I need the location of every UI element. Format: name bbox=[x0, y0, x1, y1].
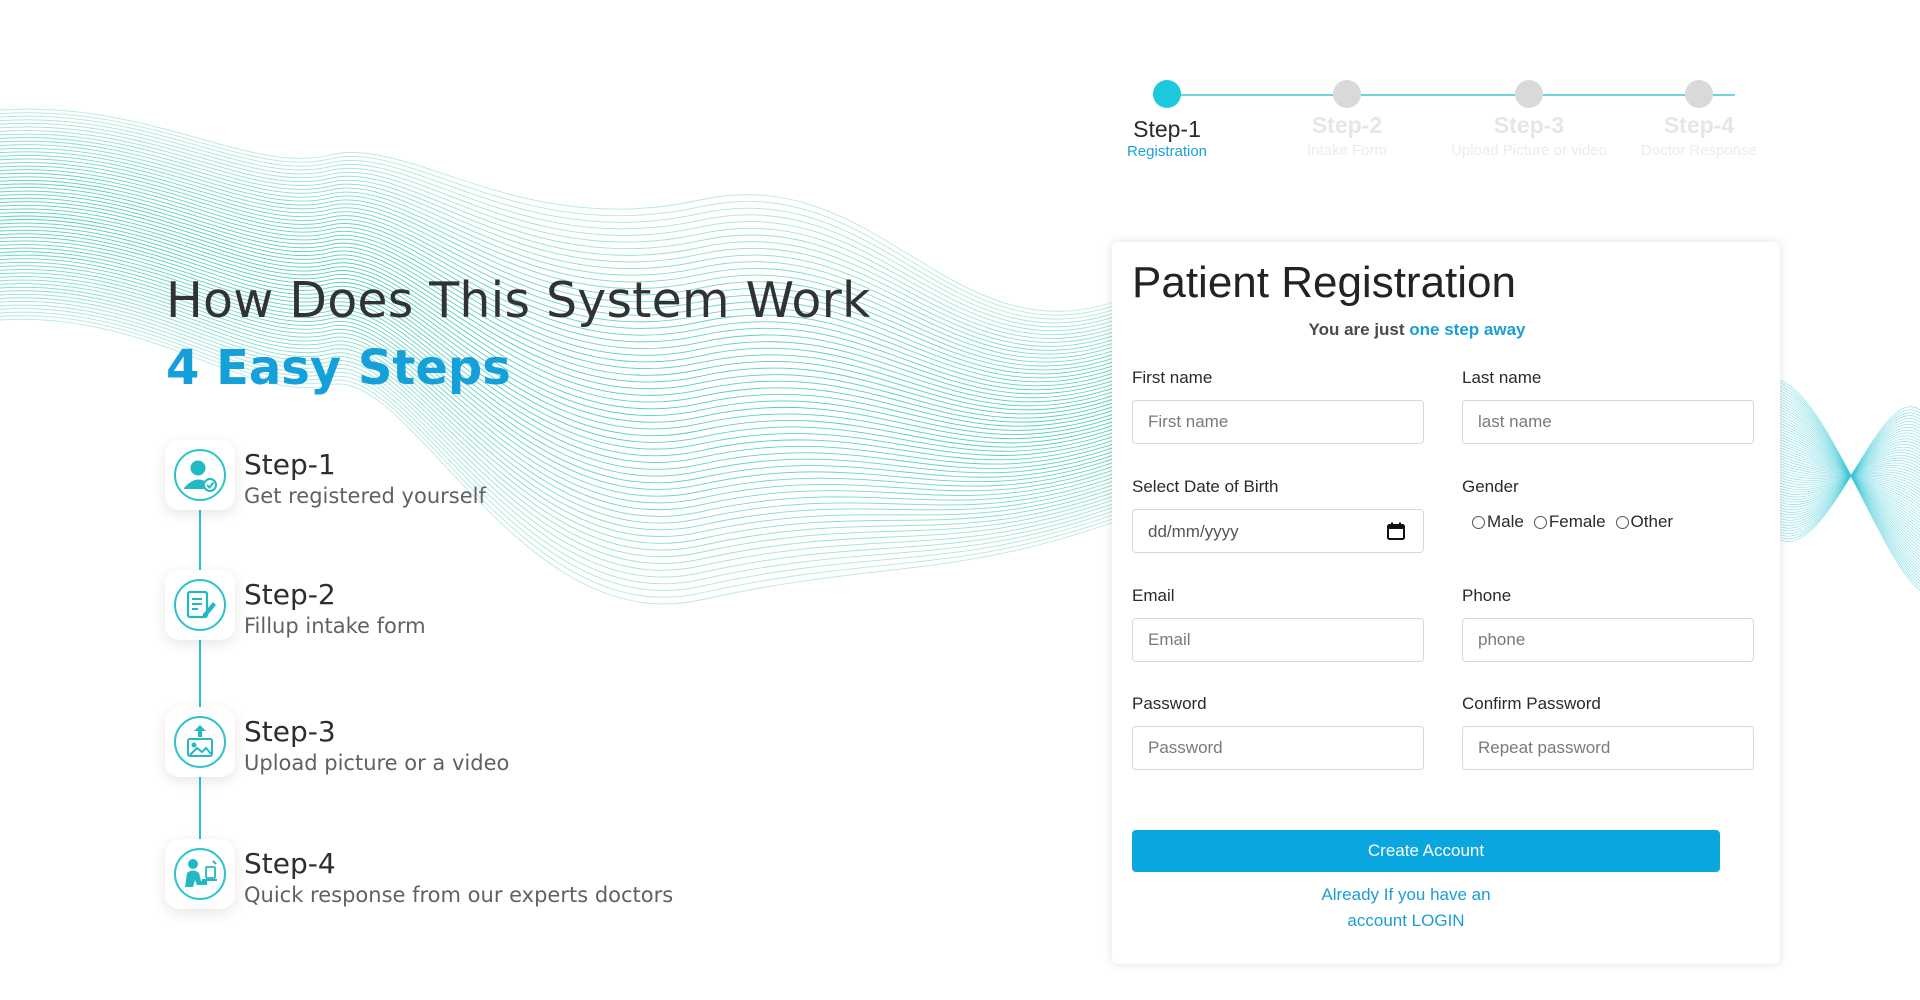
step-title: Step-1 bbox=[244, 448, 336, 481]
phone-input[interactable] bbox=[1462, 618, 1754, 662]
wave-line bbox=[1779, 412, 1920, 554]
last-name-input[interactable] bbox=[1462, 400, 1754, 444]
stepper-step-3[interactable]: Step-3 Upload Picture or video bbox=[1434, 78, 1624, 159]
stepper-step-4[interactable]: Step-4 Doctor Response bbox=[1604, 78, 1794, 159]
gender-option-other[interactable]: Other bbox=[1615, 512, 1674, 532]
stepper-dot bbox=[1153, 80, 1181, 108]
step-item-3: Step-3 Upload picture or a video bbox=[165, 707, 865, 777]
dob-placeholder: dd/mm/yyyy bbox=[1148, 522, 1239, 541]
step-item-2: Step-2 Fillup intake form bbox=[165, 570, 865, 640]
dob-label: Select Date of Birth bbox=[1132, 477, 1279, 496]
email-input[interactable] bbox=[1132, 618, 1424, 662]
step-title: Step-3 bbox=[244, 715, 336, 748]
step-title: Step-2 bbox=[244, 578, 336, 611]
stepper-title: Step-1 bbox=[1133, 116, 1201, 142]
stepper-subtitle: Intake Form bbox=[1306, 142, 1388, 159]
phone-label: Phone bbox=[1462, 586, 1512, 605]
radio-label: Male bbox=[1487, 512, 1524, 531]
step-title: Step-4 bbox=[244, 847, 336, 880]
last-name-label: Last name bbox=[1462, 368, 1542, 387]
first-name-label: First name bbox=[1132, 368, 1213, 387]
stepper-subtitle: Upload Picture or video bbox=[1451, 142, 1607, 159]
gender-label: Gender bbox=[1462, 477, 1519, 496]
stepper-title: Step-4 bbox=[1663, 112, 1735, 138]
confirm-password-input[interactable] bbox=[1462, 726, 1754, 770]
stepper-dot bbox=[1685, 80, 1713, 108]
progress-stepper: Step-1 Registration Step-2 Intake Form S… bbox=[1120, 78, 1780, 178]
upload-picture-icon bbox=[165, 707, 235, 777]
form-edit-icon bbox=[165, 570, 235, 640]
form-title: Patient Registration bbox=[1132, 258, 1516, 307]
dob-input[interactable]: dd/mm/yyyy bbox=[1132, 509, 1424, 553]
step-connector bbox=[199, 510, 201, 570]
stepper-subtitle: Registration bbox=[1126, 143, 1208, 160]
step-description: Fillup intake form bbox=[244, 614, 426, 638]
calendar-icon[interactable] bbox=[1387, 522, 1405, 545]
radio-button[interactable] bbox=[1533, 515, 1547, 529]
user-check-icon bbox=[165, 440, 235, 510]
stepper-title: Step-3 bbox=[1493, 112, 1565, 138]
stepper-subtitle: Doctor Response bbox=[1641, 142, 1757, 159]
confirm-password-label: Confirm Password bbox=[1462, 694, 1601, 713]
step-connector bbox=[199, 640, 201, 707]
gender-radio-group: Male Female Other bbox=[1472, 512, 1683, 532]
radio-label: Other bbox=[1630, 512, 1674, 531]
gender-option-female[interactable]: Female bbox=[1533, 512, 1606, 532]
subtitle-accent: one step away bbox=[1409, 320, 1526, 339]
radio-label: Female bbox=[1548, 512, 1606, 531]
stepper-step-1[interactable]: Step-1 Registration bbox=[1072, 78, 1262, 160]
step-item-4: Step-4 Quick response from our experts d… bbox=[165, 839, 865, 909]
email-label: Email bbox=[1132, 586, 1175, 605]
registration-card: Patient Registration You are just one st… bbox=[1112, 242, 1780, 964]
create-account-button[interactable]: Create Account bbox=[1132, 830, 1720, 872]
subtitle-prefix: You are just bbox=[1308, 320, 1410, 339]
stepper-dot bbox=[1515, 80, 1543, 108]
step-description: Get registered yourself bbox=[244, 484, 486, 508]
first-name-input[interactable] bbox=[1132, 400, 1424, 444]
doctor-desk-icon bbox=[165, 839, 235, 909]
radio-button[interactable] bbox=[1615, 515, 1629, 529]
form-subtitle: You are just one step away bbox=[1112, 320, 1722, 340]
gender-option-male[interactable]: Male bbox=[1472, 512, 1524, 532]
step-item-1: Step-1 Get registered yourself bbox=[165, 440, 865, 510]
how-it-works-section: How Does This System Work 4 Easy Steps S… bbox=[0, 0, 1100, 1000]
stepper-title: Step-2 bbox=[1311, 112, 1383, 138]
section-heading: How Does This System Work bbox=[166, 272, 871, 329]
login-link[interactable]: Already If you have an account LOGIN bbox=[1312, 882, 1500, 934]
password-label: Password bbox=[1132, 694, 1207, 713]
stepper-step-2[interactable]: Step-2 Intake Form bbox=[1252, 78, 1442, 159]
step-connector bbox=[199, 777, 201, 839]
step-description: Upload picture or a video bbox=[244, 751, 510, 775]
radio-button[interactable] bbox=[1472, 515, 1485, 529]
section-subheading: 4 Easy Steps bbox=[166, 340, 511, 396]
stepper-dot bbox=[1333, 80, 1361, 108]
password-input[interactable] bbox=[1132, 726, 1424, 770]
step-description: Quick response from our experts doctors bbox=[244, 883, 674, 907]
